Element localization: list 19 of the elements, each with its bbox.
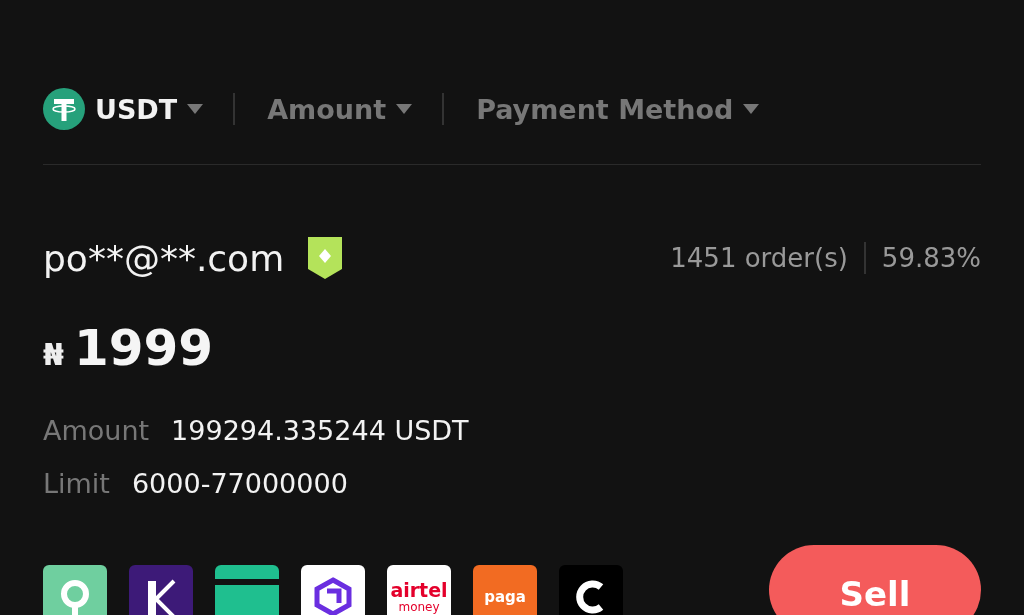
sell-button[interactable]: Sell xyxy=(769,545,981,615)
filter-dropdown[interactable]: Payment Method xyxy=(476,93,790,125)
detail-label: Amount xyxy=(43,415,150,446)
merchant-name[interactable]: po**@**.com xyxy=(43,237,285,279)
caret-icon xyxy=(187,104,204,114)
tether-coin-icon xyxy=(43,88,85,130)
detail-value: 199294.335244 USDT xyxy=(171,415,469,446)
payment-logo: airtel money xyxy=(387,565,451,615)
caret-icon xyxy=(743,104,760,114)
currency-symbol: ₦ xyxy=(43,337,64,372)
price-value: 1999 xyxy=(73,319,214,377)
filter-dropdown[interactable]: USDT xyxy=(43,88,234,130)
filter-dropdown[interactable]: Amount xyxy=(267,93,443,125)
detail-label: Limit xyxy=(43,468,110,499)
payment-logo: paga xyxy=(473,565,537,615)
caret-icon xyxy=(396,104,413,114)
detail-value: 6000-77000000 xyxy=(131,468,348,499)
completion-rate: 59.83% xyxy=(881,243,981,273)
order-count: 1451 order(s) xyxy=(670,243,848,273)
